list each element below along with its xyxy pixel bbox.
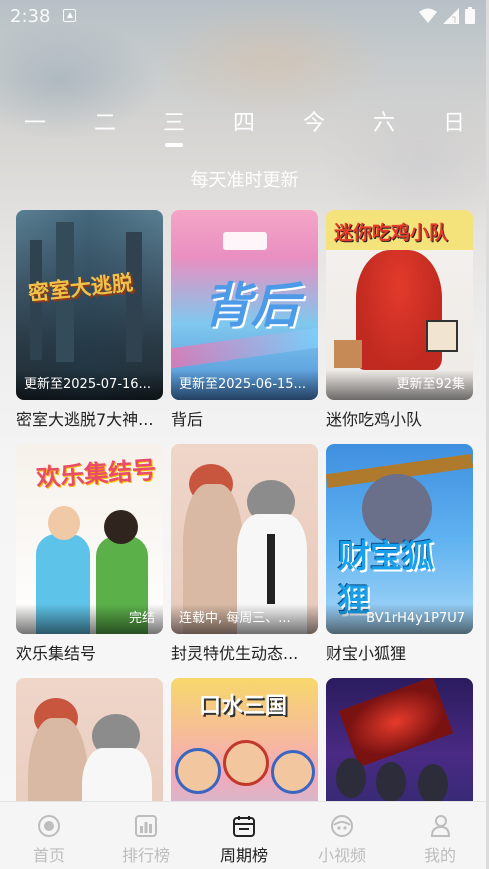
tab-saturday[interactable]: 六 — [359, 105, 409, 137]
status-bar: 2:38 — [0, 0, 489, 34]
show-poster: 财宝狐狸 BV1rH4y1P7U7 — [326, 444, 473, 634]
tab-today[interactable]: 今 — [289, 105, 339, 137]
ranking-icon — [135, 815, 157, 837]
active-tab-indicator — [165, 143, 183, 147]
update-badge: 更新至2025-06-15... — [171, 370, 318, 400]
nav-profile[interactable]: 我的 — [400, 808, 480, 866]
update-badge: 更新至92集 — [326, 370, 473, 400]
status-icons — [419, 7, 475, 24]
poster-title-art: 背后 — [203, 278, 300, 334]
home-icon — [38, 815, 60, 837]
tab-tuesday[interactable]: 二 — [80, 105, 130, 137]
battery-icon — [465, 7, 475, 24]
show-title: 密室大逃脱7大神... — [16, 410, 154, 429]
update-badge: 连载中, 每周三、... — [171, 604, 318, 634]
show-title: 背后 — [171, 410, 204, 429]
nav-short-video-label: 小视频 — [317, 846, 366, 865]
calendar-icon — [233, 816, 255, 837]
show-card[interactable]: 欢乐集结号 完结 欢乐集结号 — [16, 444, 163, 664]
notification-icon — [63, 9, 76, 22]
nav-short-video[interactable]: 小视频 — [302, 808, 382, 866]
update-badge: 完结 — [16, 604, 163, 634]
profile-icon — [430, 815, 451, 837]
show-poster: 连载中, 每周三、... — [171, 444, 318, 634]
wifi-icon — [419, 8, 437, 23]
nav-period-ranking-label: 周期榜 — [219, 846, 268, 865]
poster-title-art: 迷你吃鸡小队 — [334, 222, 449, 244]
update-subtitle: 每天准时更新 — [190, 170, 299, 191]
show-poster: 欢乐集结号 完结 — [16, 444, 163, 634]
show-poster: 密室大逃脱 更新至2025-07-16... — [16, 210, 163, 400]
show-card[interactable]: 连载中, 每周三、... 封灵特优生动态... — [171, 444, 318, 664]
nav-ranking[interactable]: 排行榜 — [106, 808, 186, 866]
nav-home[interactable]: 首页 — [9, 808, 89, 866]
tab-monday[interactable]: 一 — [10, 105, 60, 137]
tab-wednesday[interactable]: 三 — [149, 105, 199, 137]
weekday-tabs: 一 二 三 四 今 六 日 — [0, 105, 489, 150]
update-badge: 更新至2025-07-16... — [16, 370, 163, 400]
status-time: 2:38 — [10, 6, 51, 27]
signal-icon — [443, 7, 459, 24]
nav-home-label: 首页 — [32, 846, 65, 865]
poster-title-art: 口水三国 — [199, 694, 288, 719]
show-poster: 迷你吃鸡小队 更新至92集 — [326, 210, 473, 400]
show-card[interactable]: 财宝狐狸 BV1rH4y1P7U7 财宝小狐狸 — [326, 444, 473, 664]
short-video-icon — [331, 815, 353, 837]
show-poster: 背后 更新至2025-06-15... — [171, 210, 318, 400]
show-card[interactable]: 迷你吃鸡小队 更新至92集 迷你吃鸡小队 — [326, 210, 473, 430]
app-root: 2:38 一 二 三 四 今 六 日 每天准时更新 密室大逃脱 更新至2025-… — [0, 0, 489, 869]
tab-thursday[interactable]: 四 — [219, 105, 269, 137]
show-title: 迷你吃鸡小队 — [326, 410, 423, 429]
show-title: 封灵特优生动态... — [171, 644, 299, 663]
tab-sunday[interactable]: 日 — [429, 105, 479, 137]
nav-profile-label: 我的 — [423, 846, 456, 865]
show-title: 欢乐集结号 — [16, 644, 97, 663]
bottom-navigation: 首页 排行榜 周期榜 小视频 我的 — [0, 801, 489, 869]
nav-ranking-label: 排行榜 — [121, 846, 170, 865]
show-card[interactable]: 背后 更新至2025-06-15... 背后 — [171, 210, 318, 430]
show-card[interactable]: 密室大逃脱 更新至2025-07-16... 密室大逃脱7大神... — [16, 210, 163, 430]
nav-period-ranking[interactable]: 周期榜 — [204, 808, 284, 866]
show-title: 财宝小狐狸 — [326, 644, 407, 663]
update-badge: BV1rH4y1P7U7 — [326, 604, 473, 634]
